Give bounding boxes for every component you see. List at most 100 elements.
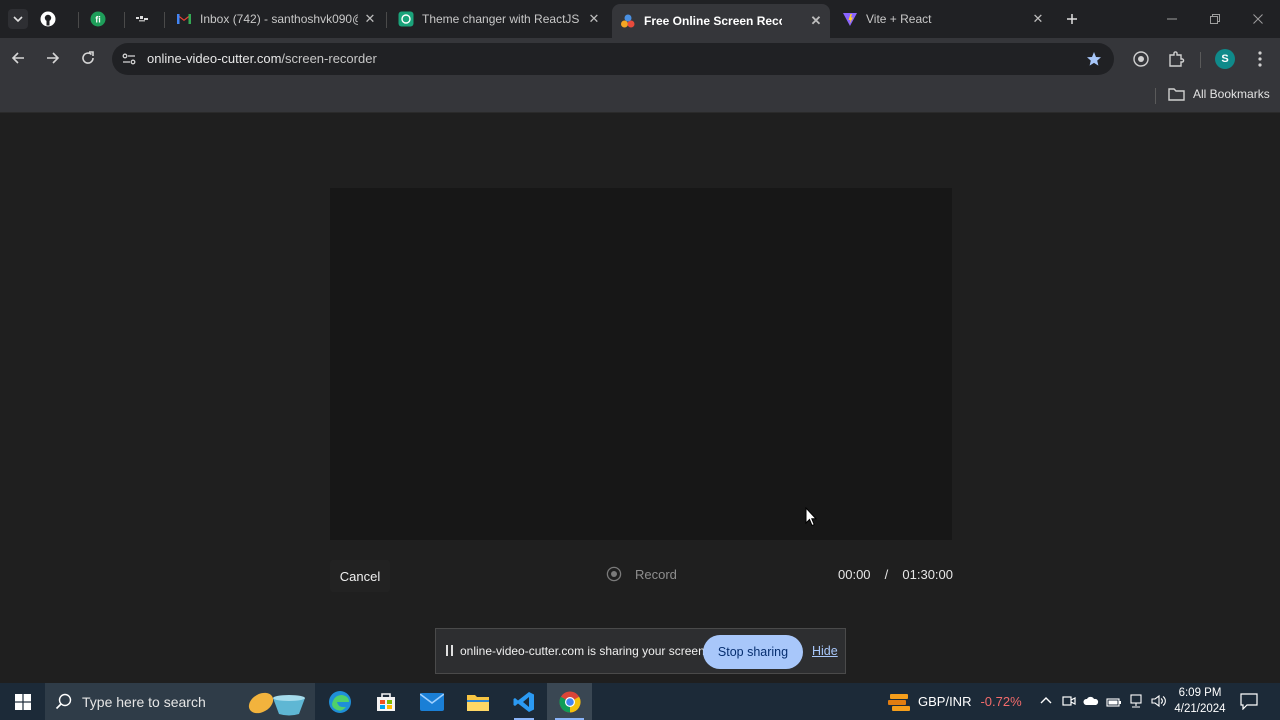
timer-separator: / xyxy=(884,567,889,582)
video-cutter-icon xyxy=(620,13,636,29)
dots-logo-icon xyxy=(134,11,150,27)
restore-icon xyxy=(1210,14,1220,24)
taskbar-edge[interactable] xyxy=(320,683,360,720)
extension-button[interactable] xyxy=(1132,50,1150,73)
tab-theme-changer[interactable]: Theme changer with ReactJS ✕ xyxy=(392,6,608,32)
close-tab-icon[interactable]: ✕ xyxy=(362,11,378,27)
notification-icon xyxy=(1240,693,1258,711)
close-tab-icon[interactable]: ✕ xyxy=(586,11,602,27)
currency-widget[interactable]: GBP/INR -0.72% xyxy=(887,683,1027,720)
close-icon xyxy=(1253,14,1263,24)
cancel-label: Cancel xyxy=(339,568,381,584)
minimize-button[interactable] xyxy=(1160,10,1184,28)
time-limit: 01:30:00 xyxy=(902,567,953,582)
tab-green-app[interactable]: fi xyxy=(90,6,124,32)
taskbar-mail[interactable] xyxy=(412,683,452,720)
tab-title: Theme changer with ReactJS xyxy=(422,12,580,26)
windows-logo-icon xyxy=(14,693,31,710)
reload-button[interactable] xyxy=(80,50,100,70)
arrow-right-icon xyxy=(47,52,60,64)
currency-stack-icon xyxy=(888,693,910,711)
elapsed-time: 00:00 xyxy=(838,567,871,582)
taskbar-store[interactable] xyxy=(366,683,406,720)
restore-button[interactable] xyxy=(1203,10,1227,28)
url-path: /screen-recorder xyxy=(281,51,377,66)
back-button[interactable] xyxy=(10,50,30,70)
bookmark-star-button[interactable] xyxy=(1086,51,1102,72)
record-icon xyxy=(606,566,622,582)
extensions-menu-button[interactable] xyxy=(1167,50,1185,73)
minimize-icon xyxy=(1167,18,1177,20)
close-tab-icon[interactable]: ✕ xyxy=(1030,11,1046,27)
battery-icon[interactable] xyxy=(1106,695,1122,713)
toolbar-separator xyxy=(1200,52,1201,68)
tab-separator xyxy=(78,12,79,28)
cancel-button[interactable]: Cancel xyxy=(330,560,390,592)
reload-icon xyxy=(82,51,94,64)
notification-center-button[interactable] xyxy=(1240,693,1258,715)
tab-screen-recorder[interactable]: Free Online Screen Recorder ✕ xyxy=(612,4,830,38)
tab-search-button[interactable] xyxy=(8,9,28,29)
tab-vite-react[interactable]: Vite + React ✕ xyxy=(836,6,1052,32)
bookmarks-separator xyxy=(1155,88,1156,104)
tab-separator xyxy=(386,12,387,28)
taskbar-search-box[interactable]: Type here to search xyxy=(45,683,315,720)
network-icon[interactable] xyxy=(1128,694,1144,713)
star-icon xyxy=(1087,52,1101,66)
show-hidden-icons-button[interactable] xyxy=(1039,694,1053,713)
search-placeholder: Type here to search xyxy=(82,694,206,710)
ticker-change: -0.72% xyxy=(980,694,1022,709)
url-text[interactable]: online-video-cutter.com/screen-recorder xyxy=(147,51,377,67)
browser-toolbar: online-video-cutter.com/screen-recorder … xyxy=(0,38,1280,80)
clock-time: 6:09 PM xyxy=(1178,687,1222,699)
plus-icon xyxy=(1067,14,1077,24)
windows-taskbar: Type here to search GBP/INR -0.72% 6:09 … xyxy=(0,683,1280,720)
tab-github[interactable] xyxy=(40,6,74,32)
tab-separator xyxy=(164,12,165,28)
profile-avatar[interactable]: S xyxy=(1215,49,1235,69)
start-button[interactable] xyxy=(0,683,45,720)
svg-text:fi: fi xyxy=(95,15,101,25)
hide-link[interactable]: Hide xyxy=(812,644,838,658)
chevron-up-icon xyxy=(1040,697,1052,704)
address-bar[interactable]: online-video-cutter.com/screen-recorder xyxy=(112,43,1114,75)
profile-initial: S xyxy=(1221,53,1229,65)
github-icon xyxy=(40,11,56,27)
store-icon xyxy=(377,692,395,711)
close-tab-icon[interactable]: ✕ xyxy=(808,13,824,29)
search-highlight-image-icon xyxy=(248,692,305,716)
tab-title: Vite + React xyxy=(866,12,932,26)
volume-icon[interactable] xyxy=(1151,694,1167,713)
tab-title: Free Online Screen Recorder xyxy=(644,14,782,28)
arrow-left-icon xyxy=(11,52,24,64)
all-bookmarks-label: All Bookmarks xyxy=(1193,87,1270,101)
site-info-icon[interactable] xyxy=(121,51,137,72)
taskbar-chrome[interactable] xyxy=(547,683,592,720)
tab-title: Inbox (742) - santhoshvk090@ xyxy=(200,12,358,26)
forward-button[interactable] xyxy=(45,50,65,70)
taskbar-vscode[interactable] xyxy=(504,683,544,720)
page-content: Cancel Record 00:00 / 01:30:00 xyxy=(0,113,1280,683)
cursor-arrow-icon xyxy=(805,506,818,527)
close-window-button[interactable] xyxy=(1246,10,1270,28)
tab-inbox[interactable]: Inbox (742) - santhoshvk090@ ✕ xyxy=(170,6,384,32)
browser-menu-button[interactable] xyxy=(1252,50,1268,73)
tab-dots-logo[interactable] xyxy=(134,6,168,32)
tab-separator xyxy=(124,12,125,28)
clock[interactable]: 6:09 PM 4/21/2024 xyxy=(1170,685,1230,717)
onedrive-icon[interactable] xyxy=(1083,694,1099,713)
meet-now-icon[interactable] xyxy=(1062,694,1076,713)
chatgpt-icon xyxy=(398,11,414,27)
edge-icon xyxy=(329,690,351,713)
record-button[interactable]: Record xyxy=(606,566,677,582)
new-tab-button[interactable] xyxy=(1062,9,1082,29)
green-app-icon: fi xyxy=(90,11,106,27)
clock-date: 4/21/2024 xyxy=(1174,703,1226,715)
folder-icon xyxy=(467,694,489,711)
share-message: online-video-cutter.com is sharing your … xyxy=(460,644,709,658)
bookmarks-bar: All Bookmarks xyxy=(0,80,1280,113)
all-bookmarks-button[interactable]: All Bookmarks xyxy=(1168,87,1270,101)
taskbar-file-explorer[interactable] xyxy=(458,683,498,720)
vite-icon xyxy=(842,11,858,27)
stop-sharing-button[interactable]: Stop sharing xyxy=(703,635,803,669)
